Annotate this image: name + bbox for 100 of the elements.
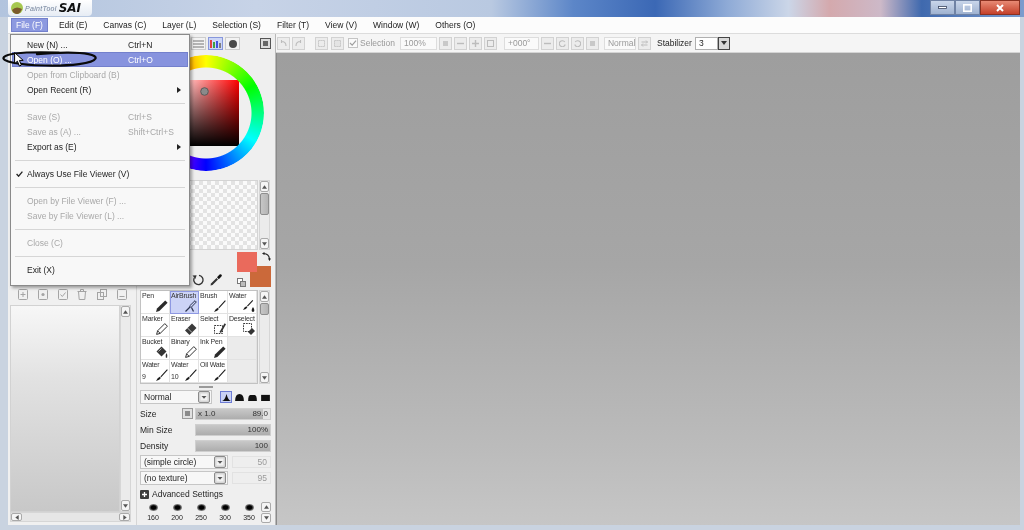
color-marker-icon[interactable] <box>200 87 209 96</box>
layer-button[interactable] <box>37 289 48 300</box>
toolbar-button[interactable] <box>555 36 569 50</box>
minimize-button[interactable] <box>930 0 955 15</box>
menu-item[interactable]: Export as (E) <box>12 139 188 154</box>
menu-item[interactable]: Exit (X) <box>12 262 188 277</box>
vertical-scrollbar[interactable] <box>259 290 270 384</box>
pencil-outline-icon <box>156 323 168 335</box>
slider-value: 50 <box>257 456 267 467</box>
color-mode-button[interactable] <box>208 37 223 50</box>
menu-item[interactable]: Open Recent (R) <box>12 82 188 97</box>
toolbar-button[interactable] <box>438 36 452 50</box>
menu-item[interactable]: Selection (S) <box>207 18 266 32</box>
scroll-left-button[interactable] <box>11 513 22 521</box>
dot-icon <box>228 39 237 48</box>
menu-item[interactable]: View (V) <box>320 18 362 32</box>
airbrush-icon <box>185 300 197 312</box>
toolbar-button[interactable] <box>331 36 344 50</box>
setting-label: Size <box>140 408 158 419</box>
layer-button[interactable] <box>117 289 127 300</box>
scroll-up-button[interactable] <box>261 502 271 512</box>
eyedropper-icon[interactable] <box>210 274 222 286</box>
menu-item[interactable]: Edit (E) <box>53 18 93 32</box>
caret-down-icon[interactable] <box>214 471 226 484</box>
up-arrow-icon <box>262 294 267 299</box>
vertical-scrollbar[interactable] <box>120 305 131 512</box>
layer-button[interactable] <box>18 289 28 300</box>
toolbar-button[interactable] <box>483 36 497 50</box>
toolbar-button[interactable] <box>585 36 599 50</box>
resize-grip[interactable] <box>199 385 213 388</box>
swap-arrow-icon[interactable] <box>262 252 271 261</box>
scroll-down-button[interactable] <box>260 238 269 249</box>
blend-mode-dropdown[interactable]: Normal <box>140 390 212 404</box>
scrollbar-thumb[interactable] <box>260 303 269 315</box>
menu-item[interactable]: Layer (L) <box>157 18 202 32</box>
toolbar-button[interactable] <box>570 36 584 50</box>
scroll-up-button[interactable] <box>121 306 130 317</box>
menu-item[interactable]: Filter (T) <box>271 18 315 32</box>
curved-arrow-icon <box>295 39 302 47</box>
toolbar-button[interactable] <box>540 36 554 50</box>
toolbar-button[interactable] <box>277 36 290 50</box>
color-swatch[interactable] <box>237 252 257 272</box>
rotate-icon[interactable] <box>192 274 204 286</box>
brush-shape-button[interactable] <box>220 391 232 403</box>
submenu-arrow-icon <box>177 86 181 93</box>
slider-multiplier: x 1.0 <box>198 409 216 418</box>
stabilizer-field[interactable]: 3 <box>694 36 718 50</box>
up-arrow-icon <box>262 184 267 189</box>
slider-track[interactable]: 100 <box>195 439 271 452</box>
shortcut-text: Ctrl+N <box>128 39 153 50</box>
scroll-right-button[interactable] <box>119 513 130 521</box>
menu-item[interactable]: New (N) ... Ctrl+N <box>12 37 188 52</box>
caret-down-icon[interactable] <box>214 455 226 468</box>
scroll-up-button[interactable] <box>260 181 269 192</box>
add-page-icon <box>18 289 28 300</box>
color-mode-button[interactable] <box>225 37 240 50</box>
panel-toggle-button[interactable] <box>260 38 271 49</box>
restore-button[interactable] <box>955 0 980 15</box>
slider-value: 100% <box>247 425 268 434</box>
toolbar-button[interactable] <box>315 36 328 50</box>
layer-button[interactable] <box>57 289 68 300</box>
vertical-scrollbar[interactable] <box>259 180 270 250</box>
shortcut-text: Ctrl+O <box>128 54 153 65</box>
slider-track[interactable]: x 1.0 89.0 <box>195 407 271 420</box>
layer-button[interactable] <box>77 289 88 300</box>
layer-button[interactable] <box>97 289 108 300</box>
toolbar-button[interactable] <box>468 36 482 50</box>
setting-label: Density <box>140 440 170 451</box>
advanced-settings-toggle[interactable]: Advanced Settings <box>140 488 223 500</box>
size-mode-button[interactable] <box>182 408 193 419</box>
scroll-down-button[interactable] <box>261 513 271 523</box>
caret-down-icon[interactable] <box>198 391 210 403</box>
curved-arrow-icon <box>280 39 287 47</box>
logo-text: SAI <box>58 1 82 15</box>
slider-value: 89.0 <box>252 409 268 418</box>
scroll-up-button[interactable] <box>260 291 269 302</box>
scroll-down-button[interactable] <box>260 372 269 383</box>
brush-icon <box>214 369 226 381</box>
pen-icon <box>156 300 168 312</box>
menu-item[interactable]: Others (O) <box>430 18 481 32</box>
slider-track[interactable]: 100% <box>195 423 271 436</box>
scrollbar-thumb[interactable] <box>260 193 269 215</box>
menu-item[interactable]: Always Use File Viewer (V) <box>12 166 188 181</box>
close-button[interactable] <box>980 0 1020 15</box>
slider-lines-icon <box>193 39 204 48</box>
brush-dot-icon <box>148 503 158 511</box>
toolbar-button[interactable] <box>292 36 305 50</box>
brush-shape-button[interactable] <box>233 391 245 403</box>
color-mode-button[interactable] <box>191 37 206 50</box>
close-icon <box>996 3 1004 12</box>
toolbar-button[interactable] <box>453 36 467 50</box>
bucket-icon <box>156 346 168 358</box>
horizontal-scrollbar[interactable] <box>10 512 131 522</box>
menu-item[interactable]: Window (W) <box>368 18 425 32</box>
dashed-square-icon <box>318 39 325 47</box>
caret-down-icon <box>720 41 727 45</box>
setting-label: Min Size <box>140 424 174 435</box>
menu-item[interactable]: Canvas (C) <box>98 18 152 32</box>
scroll-down-button[interactable] <box>121 500 130 511</box>
reset-colors-icon[interactable] <box>237 278 246 287</box>
